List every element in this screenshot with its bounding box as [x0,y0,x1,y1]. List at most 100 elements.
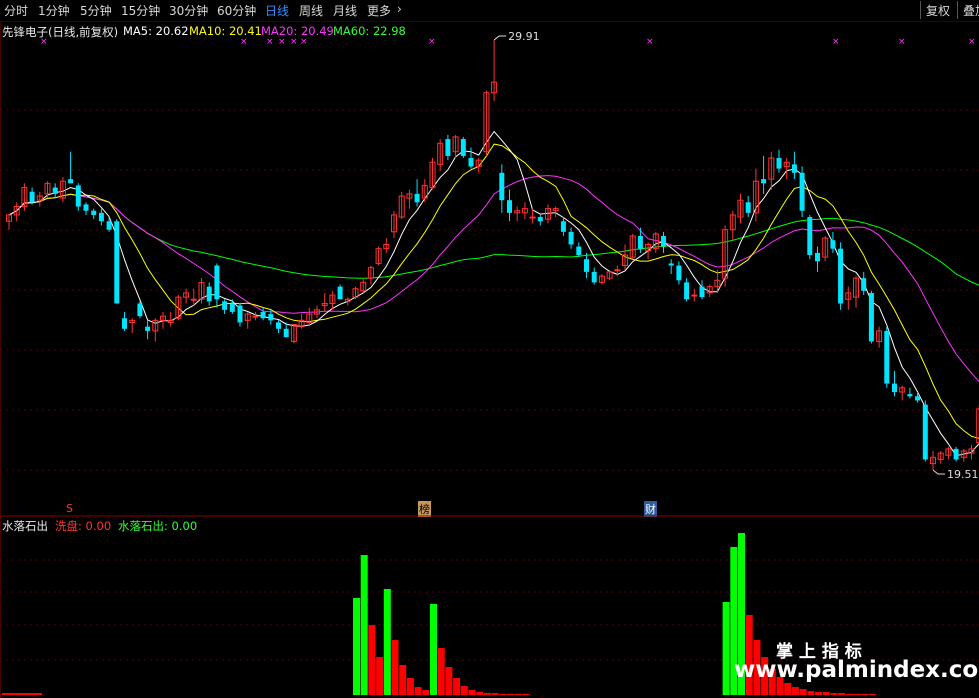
candle-body-down [838,248,844,304]
candle-body-down [684,282,690,300]
candle-body-up [691,294,698,297]
break-red-bar [838,693,846,695]
signal-cross-10: × [968,37,976,47]
candle-body-up [252,315,259,318]
break-red-bar [853,694,861,695]
candle-body-down [591,271,597,283]
candle-body-down [537,217,543,222]
candle-body-down [576,246,582,255]
candle-body-down [445,139,451,156]
candle-body-down [122,318,127,329]
candle-body-down [268,314,274,321]
candle-body-down [222,301,228,310]
ma10-line [8,143,979,439]
candle-body-down [137,303,143,317]
candle-body-down [206,286,212,302]
wash-c-red-bar [437,648,445,695]
wash-a-green-bar [360,555,368,695]
candle-body-down [68,179,74,184]
break-red-bar [745,615,753,695]
candle-body-down [861,278,867,291]
high-price-label: 29.91 [508,30,539,43]
early-red-bar [2,693,42,695]
signal-cross-0: × [40,37,48,47]
candle-body-down [953,448,959,460]
candle-body-down [637,236,643,249]
wash-c-red-bar [468,690,476,695]
candle-body-down [892,383,897,393]
candle-body-down [799,172,805,211]
candle-body-down [868,292,874,342]
signal-cross-4: × [290,37,298,47]
break-red-bar [868,694,876,695]
wash-c-red-bar [460,686,468,695]
candle-body-down [460,139,466,156]
wash-c-red-bar [514,694,522,695]
candle-body-down [83,204,89,211]
break-red-bar [791,687,799,695]
candle-body-down [568,231,574,245]
candle-body-down [661,236,666,247]
candle-body-down [584,259,589,272]
candle-body-down [75,185,81,207]
candle-body-down [499,172,505,201]
break-red-bar [845,694,853,695]
signal-cross-6: × [428,37,436,47]
wash-c-red-bar [453,678,461,695]
wash-c-red-bar [491,693,499,695]
candle-body-down [907,394,913,397]
low-pointer [932,469,945,475]
candle-body-down [761,179,767,184]
candle-body-down [414,193,420,203]
wash-a-green-bar [353,598,360,695]
candle-body-down [276,322,281,329]
candle-body-down [776,158,782,169]
candle-body-down [830,240,836,249]
signal-cross-5: × [300,37,308,47]
candle-body-down [29,191,35,203]
candle-body-up [614,269,621,272]
break-green-bar [722,602,730,695]
break-red-bar [830,693,838,695]
wash-c-red-bar [445,667,453,695]
candle-body-down [745,202,751,213]
candle-body-down [52,187,58,194]
watermark-url: www.palmindex.com [734,657,979,683]
break-red-bar [799,689,807,695]
wash-b-red-bar [414,687,422,695]
candle-body-down [815,252,820,262]
wash-b-red-bar [406,678,414,695]
signal-cross-3: × [278,37,286,47]
candle-body-down [915,396,921,401]
candle-body-down [98,212,104,222]
candle-body-down [507,200,512,213]
candle-body-down [145,326,151,331]
signal-cross-2: × [266,37,274,47]
candle-body-up [190,298,197,301]
wash-c-red-bar [476,692,484,695]
wash-c-red-bar [522,694,530,695]
candle-body-down [91,210,97,215]
candle-body-down [676,265,682,281]
wash-c-red-bar [507,694,514,695]
candle-body-down [560,221,566,232]
break-red-bar [861,694,869,695]
candle-body-down [229,303,235,312]
signal-cross-9: × [898,37,906,47]
break-red-bar [822,692,830,695]
candle-body-down [106,221,112,230]
break-red-bar [815,692,822,695]
candle-body-down [114,221,120,304]
low-price-label: 19.51 [947,468,979,481]
wash-b-red-bar [391,640,399,695]
ma60-line [8,193,979,286]
wash-c-red-bar [499,694,507,695]
wash-b-red-bar [399,665,407,695]
candle-body-down [884,330,890,384]
signal-cross-8: × [832,37,840,47]
candle-body-down [260,311,266,319]
kline-chart: 29.9119.51× × × × × × × × × × × [0,21,979,698]
wash-a-red-bar [368,625,376,695]
break-red-bar [807,691,815,695]
candle-body-down [337,286,343,300]
